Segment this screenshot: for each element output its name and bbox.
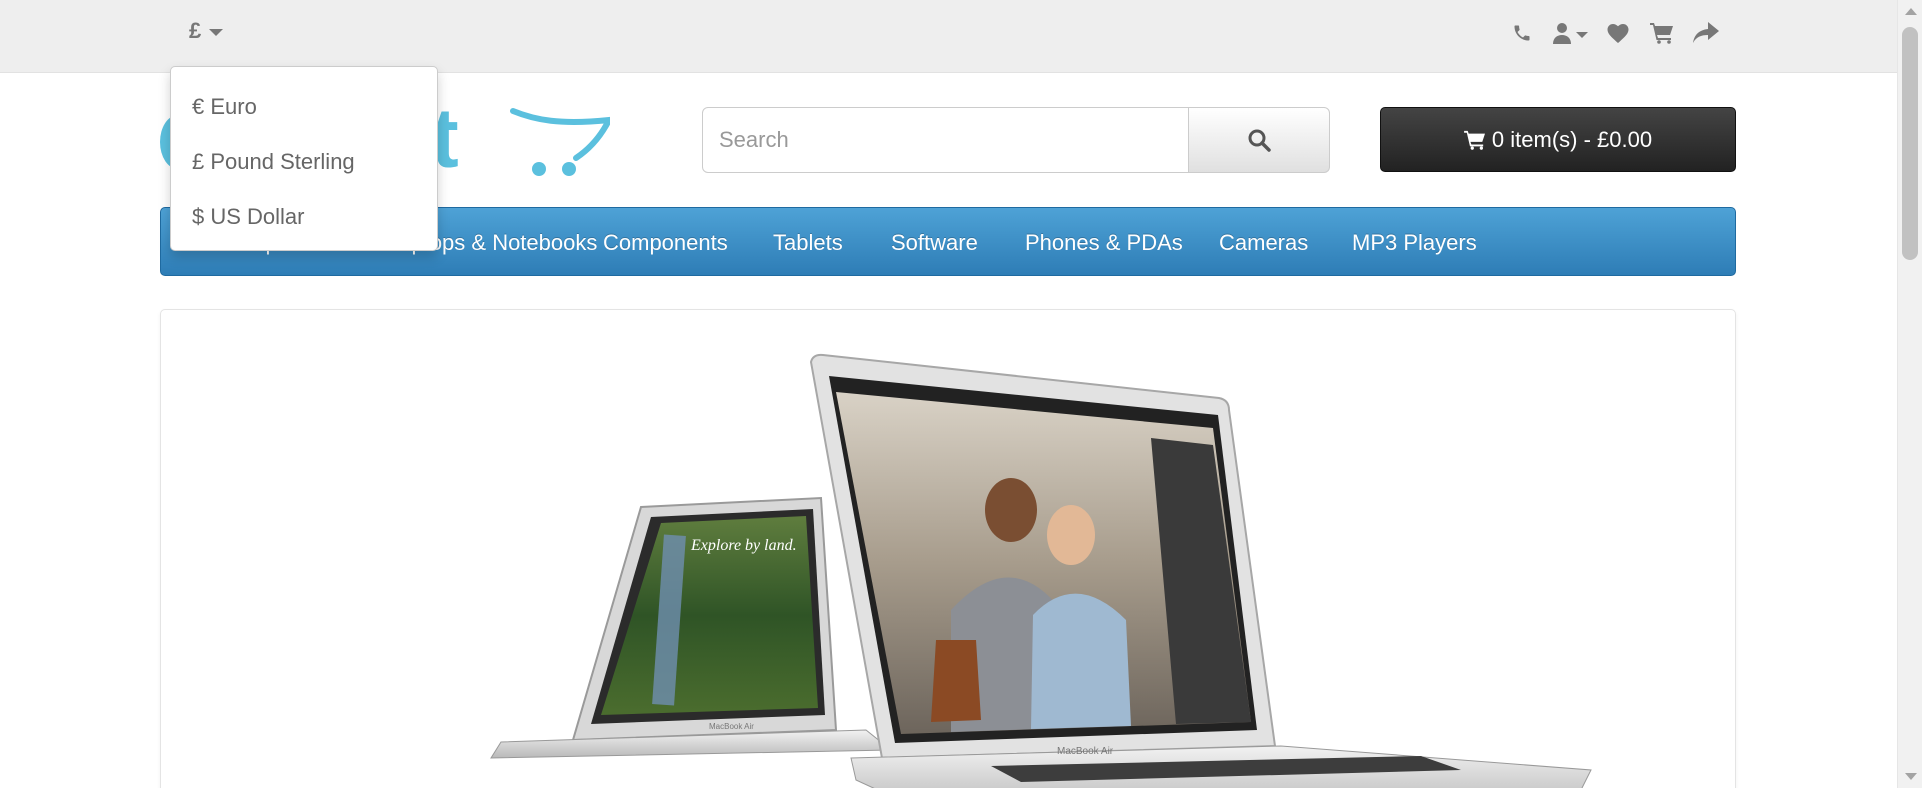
slide-caption-explore: Explore by land. (690, 537, 797, 554)
user-icon (1552, 23, 1571, 44)
search-input[interactable] (702, 107, 1189, 173)
menu-item-mp3-players[interactable]: MP3 Players (1352, 208, 1477, 277)
phone-icon[interactable] (1500, 18, 1544, 48)
scroll-down-arrow-icon[interactable] (1905, 773, 1917, 780)
top-links (1500, 18, 1728, 48)
slideshow[interactable]: Explore by land. MacBook Air MacBook Air (160, 309, 1736, 788)
cart-button[interactable]: 0 item(s) - £0.00 (1380, 107, 1736, 172)
search-button[interactable] (1189, 107, 1330, 173)
menu-item-cameras[interactable]: Cameras (1219, 208, 1308, 277)
currency-symbol: £ (189, 18, 202, 43)
user-account-dropdown[interactable] (1544, 18, 1596, 48)
menu-item-phones-pdas[interactable]: Phones & PDAs (1025, 208, 1183, 277)
currency-option-pound-sterling[interactable]: £ Pound Sterling (171, 134, 437, 189)
menu-item-components[interactable]: Components (603, 208, 728, 277)
page-scrollbar[interactable] (1897, 0, 1922, 788)
scrollbar-thumb[interactable] (1902, 27, 1918, 260)
heart-icon[interactable] (1596, 18, 1640, 48)
currency-option-euro[interactable]: € Euro (171, 79, 437, 134)
menu-item-tablets[interactable]: Tablets (773, 208, 843, 277)
caret-down-icon (209, 29, 224, 36)
caret-down-icon (1575, 31, 1588, 38)
scroll-up-arrow-icon[interactable] (1905, 8, 1917, 15)
currency-dropdown-toggle[interactable]: £ (189, 18, 224, 44)
search-icon (1248, 129, 1271, 152)
search-bar (702, 107, 1330, 173)
currency-dropdown-menu: € Euro £ Pound Sterling $ US Dollar (170, 66, 438, 251)
top-bar: £ (0, 0, 1897, 73)
small-laptop-brand: MacBook Air (709, 722, 754, 731)
currency-option-us-dollar[interactable]: $ US Dollar (171, 189, 437, 244)
slide-image-macbook-air: Explore by land. MacBook Air MacBook Air (490, 353, 1592, 788)
large-laptop-brand: MacBook Air (1057, 746, 1114, 757)
menu-item-software[interactable]: Software (891, 208, 978, 277)
cart-icon (1463, 130, 1485, 150)
cart-total: 0 item(s) - £0.00 (1491, 126, 1653, 152)
cart-icon[interactable] (1640, 18, 1684, 48)
share-icon[interactable] (1684, 18, 1728, 48)
